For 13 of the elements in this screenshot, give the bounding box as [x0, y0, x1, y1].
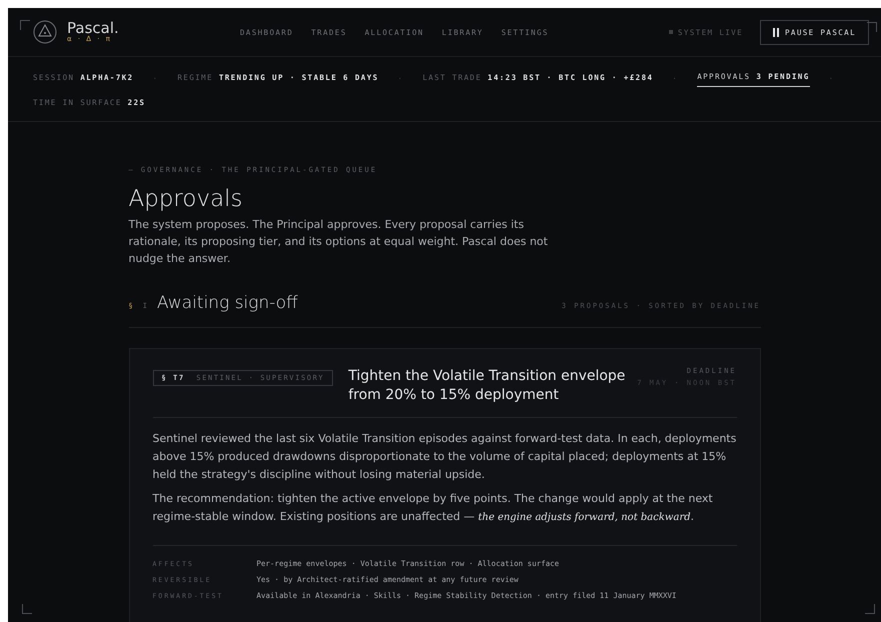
corner-bracket-icon: [20, 20, 30, 30]
section-title: Awaiting sign-off: [156, 293, 298, 313]
triangle-logo-icon[interactable]: [33, 20, 57, 44]
page-title: Approvals: [128, 186, 244, 212]
brand-name: Pascal.: [67, 20, 119, 36]
corner-bracket-icon: [867, 22, 877, 32]
corner-bracket-icon: [865, 604, 875, 614]
corner-bracket-icon: [22, 604, 32, 614]
rationale-paragraph: Sentinel reviewed the last six Volatile Transition episodes against forward-test data. In each, deployments above 15% produced drawdowns disproportionate to the volume of capital placed; deployments at 15% held the strategy's discipline without losing material upside.: [152, 431, 736, 483]
rationale-paragraph: The recommendation: tighten the active envelope by five points. The change would apply at the next regime-stable window. Existing positions are unaffected — the engine adjusts forward, not backward.: [152, 491, 714, 525]
lead-paragraph: The system proposes. The Principal approves. Every proposal carries its rationale, its proposing tier, and its options at equal weight. Pascal does not nudge the answer.: [128, 217, 548, 267]
proposal-title: Tighten the Volatile Transition envelope from 20% to 15% deployment: [348, 367, 626, 405]
pause-icon: [773, 28, 779, 36]
